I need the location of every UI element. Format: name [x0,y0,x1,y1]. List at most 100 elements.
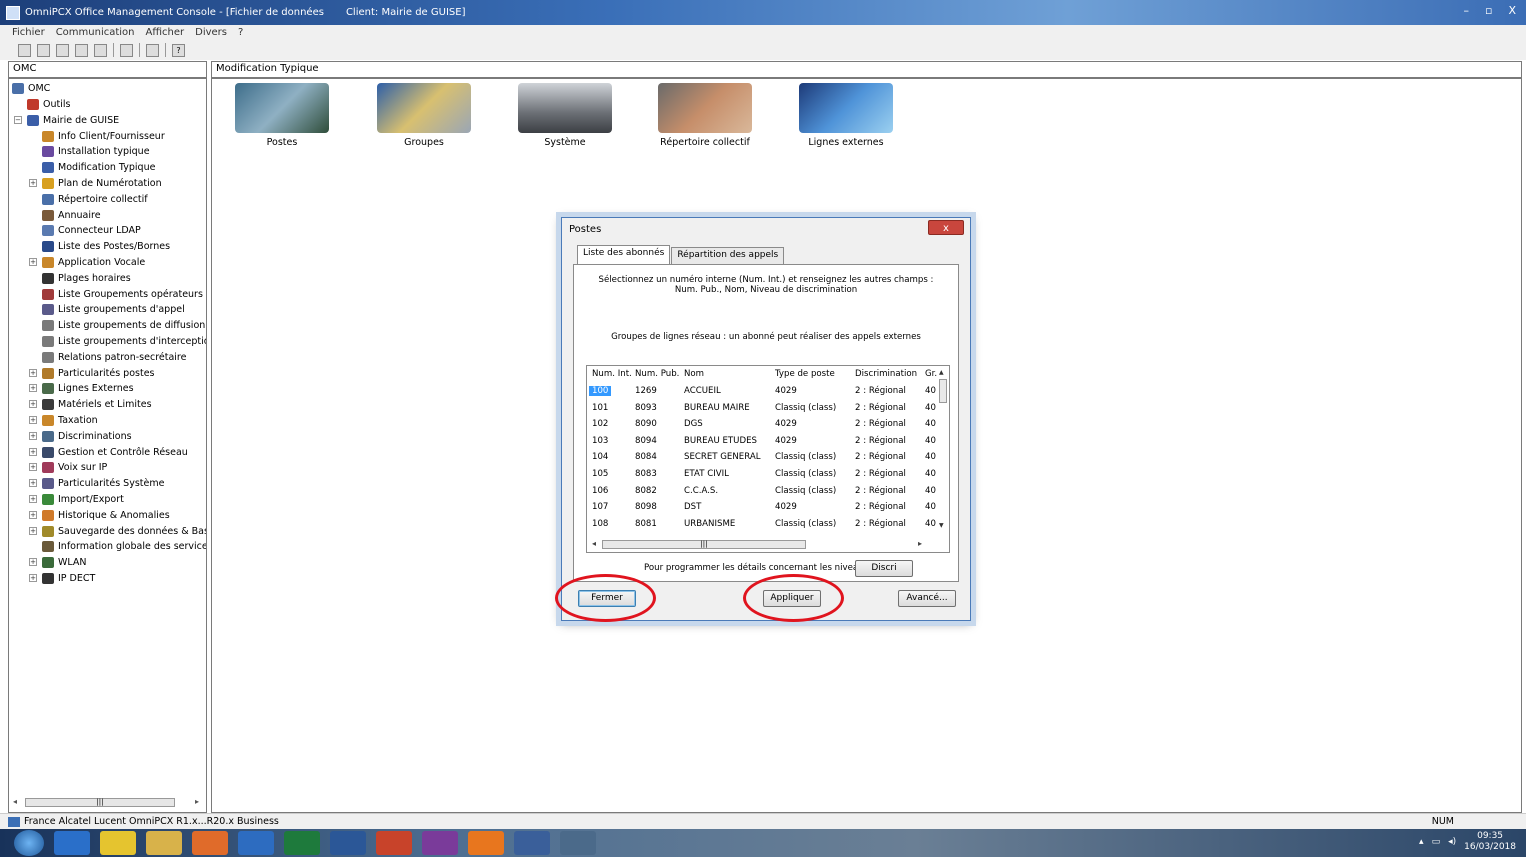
tree-item[interactable]: Liste groupements d'appel [42,302,185,317]
tree-item[interactable]: Plan de Numérotation [42,176,162,191]
menu-help[interactable]: ? [238,27,243,38]
tree-item[interactable]: Outils [27,97,70,112]
tree-item[interactable]: Particularités Système [42,476,164,491]
new-file-icon[interactable] [18,43,31,57]
column-header[interactable]: Num. Pub. [635,369,679,379]
internet-explorer-icon[interactable] [54,831,90,855]
tree-horizontal-scrollbar[interactable]: ◂ ||| ▸ [11,797,201,808]
open-folder-icon[interactable] [37,43,50,57]
tree-item[interactable]: Mairie de GUISE [27,113,119,128]
tray-arrow-icon[interactable]: ▴ [1419,837,1424,847]
print-icon[interactable] [120,43,133,57]
column-header[interactable]: Type de poste [775,369,835,379]
table-row[interactable]: 104 8084 SECRET GENERAL Classiq (class) 2 : … [587,452,937,468]
tree-item[interactable]: Discriminations [42,429,132,444]
table-row[interactable]: 101 8093 BUREAU MAIRE Classiq (class) 2 : Ré… [587,403,937,419]
table-row[interactable]: 100 1269 ACCUEIL 4029 2 : Régional 40 [587,386,937,402]
maximize-button[interactable]: ▫ [1485,4,1492,17]
export-icon[interactable] [94,43,107,57]
systeme-shortcut[interactable]: Système [510,83,620,148]
table-row[interactable]: 103 8094 BUREAU ETUDES 4029 2 : Régional 40 [587,436,937,452]
tree-item[interactable]: Relations patron-secrétaire [42,350,186,365]
tab-liste-abonnes[interactable]: Liste des abonnés [577,245,671,264]
tree-item[interactable]: Particularités postes [42,366,155,381]
start-button-icon[interactable] [14,830,44,856]
column-header[interactable]: Num. Int. [592,369,632,379]
scroll-right-icon[interactable]: ▸ [918,539,922,548]
help-icon[interactable]: ? [172,43,185,57]
minimize-button[interactable]: – [1463,4,1469,17]
tree-item[interactable]: Liste des Postes/Bornes [42,239,170,254]
repertoire-collectif-shortcut[interactable]: Répertoire collectif [650,83,760,148]
expand-icon[interactable]: + [29,431,37,440]
tree-item[interactable]: Installation typique [42,144,150,159]
dialog-close-button[interactable]: x [928,220,964,235]
book-icon[interactable] [146,43,159,57]
file-explorer-icon[interactable] [146,831,182,855]
postes-shortcut[interactable]: Postes [227,83,337,148]
tree-item[interactable]: Modification Typique [42,160,155,175]
expand-icon[interactable]: + [29,368,37,377]
excel-icon[interactable] [284,831,320,855]
scroll-left-icon[interactable]: ◂ [592,539,596,548]
scroll-right-icon[interactable]: ▸ [195,797,199,806]
table-row[interactable]: 102 8090 DGS 4029 2 : Régional 40 [587,419,937,435]
save-all-icon[interactable] [75,43,88,57]
tree-item[interactable]: Information globale des services ce [42,539,206,554]
expand-icon[interactable]: + [29,258,37,266]
expand-icon[interactable]: + [29,463,37,472]
table-row[interactable]: 107 8098 DST 4029 2 : Régional 40 [587,502,937,518]
tree-item[interactable]: IP DECT [42,571,95,586]
tree-item[interactable]: Application Vocale [42,255,145,270]
tree-item[interactable]: Import/Export [42,492,124,507]
expand-icon[interactable]: + [29,558,37,567]
scroll-left-icon[interactable]: ◂ [13,797,17,806]
expand-icon[interactable]: + [29,510,37,519]
expand-icon[interactable]: + [29,447,37,456]
avance-button[interactable]: Avancé... [898,590,956,607]
lignes-externes-shortcut[interactable]: Lignes externes [791,83,901,148]
tree-item[interactable]: Info Client/Fournisseur [42,129,165,144]
tree-item[interactable]: Liste groupements de diffusion [42,318,205,333]
clock[interactable]: 09:35 16/03/2018 [1464,831,1516,853]
tree-item[interactable]: Liste groupements d'interception [42,334,206,349]
omc-taskbar-icon[interactable] [560,831,596,855]
tree-item[interactable]: Gestion et Contrôle Réseau [42,445,188,460]
list-horizontal-scrollbar[interactable]: ◂ ||| ▸ [590,538,936,550]
firefox-icon[interactable] [468,831,504,855]
tree-item[interactable]: Répertoire collectif [42,192,148,207]
save-icon[interactable] [56,43,69,57]
tree-item[interactable]: Matériels et Limites [42,397,152,412]
column-header[interactable]: Gr. [925,369,937,379]
scroll-up-icon[interactable]: ▲ [939,369,944,376]
expand-icon[interactable]: + [29,179,37,187]
tree-item[interactable]: WLAN [42,555,87,570]
menu-divers[interactable]: Divers [195,27,227,38]
column-header[interactable]: Discrimination [855,369,917,379]
powerpoint-icon[interactable] [376,831,412,855]
expand-icon[interactable]: + [29,526,37,535]
volume-icon[interactable]: ◂) [1448,837,1456,847]
word-icon[interactable] [330,831,366,855]
expand-icon[interactable]: + [29,479,37,488]
tree-item[interactable]: Taxation [42,413,98,428]
expand-icon[interactable]: + [29,400,37,409]
table-row[interactable]: 108 8081 URBANISME Classiq (class) 2 : Régio… [587,519,937,535]
tree-root-omc[interactable]: OMC [12,81,50,96]
tree-item[interactable]: Historique & Anomalies [42,508,170,523]
tree-item[interactable]: Connecteur LDAP [42,223,141,238]
outlook-icon[interactable] [238,831,274,855]
expand-icon[interactable]: + [29,495,37,503]
collapse-icon[interactable]: − [14,115,22,124]
tree-item[interactable]: Liste Groupements opérateurs [42,287,203,302]
onenote-icon[interactable] [422,831,458,855]
tree-item[interactable]: Sauvegarde des données & Bascule [42,524,206,539]
menu-communication[interactable]: Communication [56,27,135,38]
scroll-down-icon[interactable]: ▼ [939,522,944,529]
groupes-shortcut[interactable]: Groupes [369,83,479,148]
scrollbar-thumb[interactable]: ||| [602,540,806,549]
tree-item[interactable]: Voix sur IP [42,460,107,475]
media-player-icon[interactable] [192,831,228,855]
expand-icon[interactable]: + [29,574,37,582]
scrollbar-thumb[interactable] [939,379,947,403]
